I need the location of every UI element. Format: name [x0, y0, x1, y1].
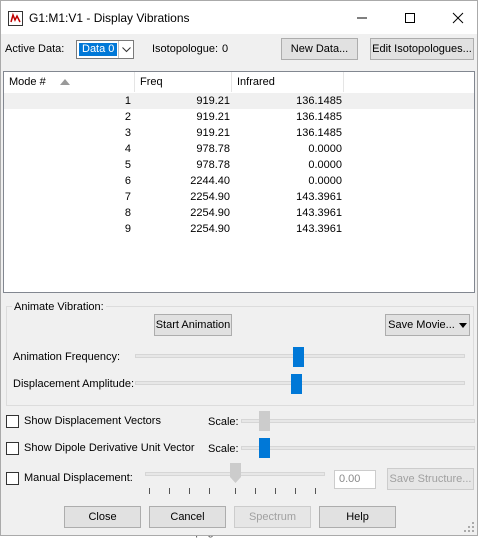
close-icon	[452, 12, 464, 23]
dipole-scale-track[interactable]	[241, 446, 475, 450]
displacement-scale-label: Scale:	[208, 416, 239, 428]
table-row[interactable]: 7 2254.90 143.3961	[4, 189, 474, 205]
freq-cell: 978.78	[196, 159, 230, 171]
column-header-infrared[interactable]: Infrared	[232, 72, 344, 92]
infrared-cell: 0.0000	[308, 143, 342, 155]
start-animation-button[interactable]: Start Animation	[154, 314, 232, 336]
freq-cell: 2254.90	[190, 191, 230, 203]
mode-cell: 4	[124, 143, 131, 155]
show-dipole-derivative-label: Show Dipole Derivative Unit Vector	[24, 442, 195, 454]
column-header-mode[interactable]: Mode #	[4, 72, 135, 92]
table-header: Mode # Freq Infrared	[4, 72, 474, 92]
manual-displacement-ticks	[149, 488, 329, 494]
close-button[interactable]: Close	[64, 506, 141, 528]
help-button[interactable]: Help	[319, 506, 396, 528]
infrared-cell: 136.1485	[296, 95, 342, 107]
mode-cell: 5	[124, 159, 131, 171]
mode-cell: 9	[124, 223, 131, 235]
chevron-down-icon	[118, 41, 133, 58]
infrared-cell: 143.3961	[296, 191, 342, 203]
active-data-value: Data 0	[79, 43, 117, 56]
table-row[interactable]: 6 2244.40 0.0000	[4, 173, 474, 189]
column-header-freq[interactable]: Freq	[135, 72, 232, 92]
vibrations-table: Mode # Freq Infrared 1 919.21 136.1485 2 919…	[3, 71, 475, 293]
column-header-mode-label: Mode #	[9, 76, 46, 88]
isotopologue-value: 0	[222, 43, 229, 55]
edit-isotopologues-button[interactable]: Edit Isotopologues...	[370, 38, 474, 60]
isotopologue-label: Isotopologue:	[152, 43, 219, 55]
active-data-label: Active Data:	[5, 43, 65, 55]
infrared-cell: 143.3961	[296, 223, 342, 235]
freq-cell: 919.21	[196, 127, 230, 139]
active-data-select[interactable]: Data 0	[76, 40, 134, 59]
table-row[interactable]: 4 978.78 0.0000	[4, 141, 474, 157]
displacement-scale-track[interactable]	[241, 419, 475, 423]
table-row[interactable]: 2 919.21 136.1485	[4, 109, 474, 125]
minimize-icon	[357, 17, 367, 18]
mode-cell: 8	[124, 207, 131, 219]
manual-displacement-checkbox[interactable]	[6, 472, 19, 485]
infrared-cell: 143.3961	[296, 207, 342, 219]
resize-grip-icon[interactable]	[464, 522, 474, 532]
cancel-button[interactable]: Cancel	[149, 506, 226, 528]
displacement-scale-slider[interactable]	[259, 411, 270, 431]
freq-cell: 2254.90	[190, 207, 230, 219]
displacement-amplitude-slider[interactable]	[291, 374, 302, 394]
freq-cell: 978.78	[196, 143, 230, 155]
infrared-cell: 0.0000	[308, 175, 342, 187]
maximize-button[interactable]	[387, 1, 433, 34]
mode-cell: 1	[124, 95, 131, 107]
table-row[interactable]: 8 2254.90 143.3961	[4, 205, 474, 221]
minimize-button[interactable]	[339, 1, 385, 34]
display-vibrations-window: G1:M1:V1 - Display Vibrations Active Dat…	[0, 0, 478, 536]
mode-cell: 3	[124, 127, 131, 139]
animate-vibration-label: Animate Vibration:	[12, 301, 106, 313]
table-row[interactable]: 3 919.21 136.1485	[4, 125, 474, 141]
title-bar: G1:M1:V1 - Display Vibrations	[1, 1, 477, 34]
freq-cell: 2254.90	[190, 223, 230, 235]
animation-frequency-slider[interactable]	[293, 347, 304, 367]
dipole-scale-slider[interactable]	[259, 438, 270, 458]
infrared-cell: 0.0000	[308, 159, 342, 171]
mode-cell: 7	[124, 191, 131, 203]
manual-displacement-slider[interactable]	[230, 463, 241, 483]
freq-cell: 919.21	[196, 111, 230, 123]
window-title: G1:M1:V1 - Display Vibrations	[29, 11, 190, 25]
spectrum-button[interactable]: Spectrum	[234, 506, 311, 528]
show-displacement-vectors-checkbox[interactable]	[6, 415, 19, 428]
save-movie-button[interactable]: Save Movie...	[385, 314, 470, 336]
save-structure-button[interactable]: Save Structure...	[387, 468, 474, 490]
show-displacement-vectors-label: Show Displacement Vectors	[24, 415, 161, 427]
freq-cell: 919.21	[196, 95, 230, 107]
displacement-amplitude-label: Displacement Amplitude:	[13, 378, 135, 390]
save-movie-label: Save Movie...	[388, 319, 455, 331]
freq-cell: 2244.40	[190, 175, 230, 187]
manual-displacement-input[interactable]: 0.00	[334, 470, 376, 489]
mode-cell: 2	[124, 111, 131, 123]
maximize-icon	[405, 12, 415, 23]
mode-cell: 6	[124, 175, 131, 187]
dropdown-arrow-icon	[458, 322, 467, 328]
new-data-button[interactable]: New Data...	[281, 38, 358, 60]
dipole-scale-label: Scale:	[208, 443, 239, 455]
table-row[interactable]: 9 2254.90 143.3961	[4, 221, 474, 237]
sort-ascending-icon	[60, 79, 70, 85]
table-row[interactable]: 5 978.78 0.0000	[4, 157, 474, 173]
infrared-cell: 136.1485	[296, 127, 342, 139]
close-window-button[interactable]	[435, 1, 478, 34]
animation-frequency-label: Animation Frequency:	[13, 351, 120, 363]
infrared-cell: 136.1485	[296, 111, 342, 123]
gaussview-app-icon	[8, 11, 23, 26]
table-row[interactable]: 1 919.21 136.1485	[4, 93, 474, 109]
manual-displacement-label: Manual Displacement:	[24, 472, 133, 484]
show-dipole-derivative-checkbox[interactable]	[6, 442, 19, 455]
